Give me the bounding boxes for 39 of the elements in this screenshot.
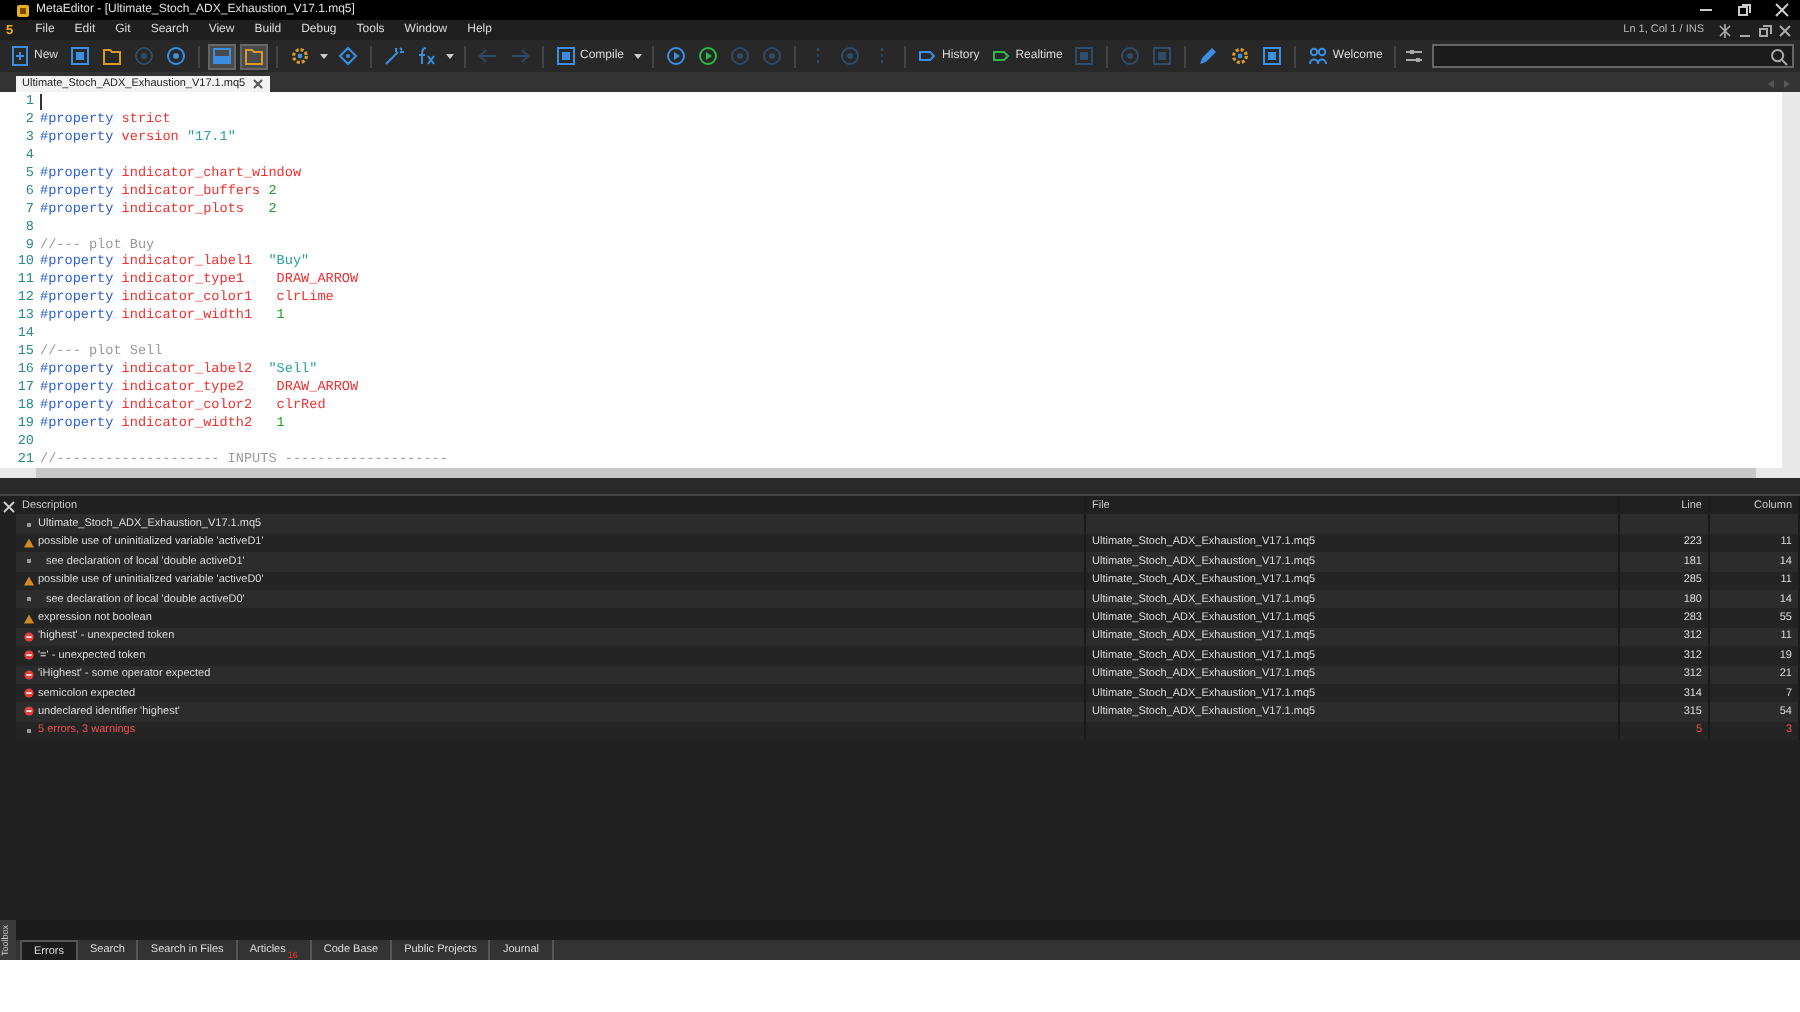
play-icon[interactable] — [698, 46, 719, 66]
error-icon — [24, 706, 34, 717]
restore-icon[interactable] — [1758, 23, 1772, 37]
page-icon — [10, 46, 30, 66]
history-icon — [918, 46, 939, 66]
window-icon[interactable] — [1262, 46, 1283, 66]
warning-icon — [24, 537, 34, 548]
gear-icon[interactable] — [290, 46, 311, 66]
error-icon — [24, 631, 34, 642]
warning-icon — [24, 575, 34, 586]
window-icon[interactable] — [70, 46, 91, 66]
folder-icon[interactable] — [102, 46, 123, 66]
text-cursor — [40, 94, 42, 111]
play-icon[interactable] — [666, 46, 687, 66]
close-icon[interactable] — [251, 78, 264, 90]
restore-icon[interactable] — [1734, 2, 1754, 18]
gear-icon[interactable] — [1230, 46, 1251, 66]
folder-icon[interactable] — [244, 46, 265, 66]
circle-icon[interactable] — [166, 46, 187, 66]
search-field[interactable] — [1432, 44, 1794, 68]
search-icon[interactable] — [1770, 47, 1788, 65]
error-icon — [24, 669, 34, 680]
warning-icon — [24, 613, 34, 624]
wand-icon[interactable] — [384, 46, 405, 66]
scrollbar[interactable] — [1782, 92, 1800, 468]
error-icon — [24, 650, 34, 661]
scrollbar[interactable] — [36, 468, 1756, 478]
app-icon — [16, 3, 30, 17]
people-icon — [1308, 46, 1329, 66]
close-icon[interactable] — [1778, 23, 1792, 37]
error-icon — [24, 688, 34, 699]
function-icon[interactable] — [416, 46, 437, 66]
realtime-icon — [991, 46, 1012, 66]
pin-icon[interactable] — [1718, 23, 1732, 37]
settings-icon[interactable] — [1404, 46, 1425, 66]
panel-icon[interactable] — [212, 46, 233, 66]
pen-icon[interactable] — [1198, 46, 1219, 66]
window-icon — [556, 46, 577, 66]
network-icon[interactable] — [338, 46, 359, 66]
